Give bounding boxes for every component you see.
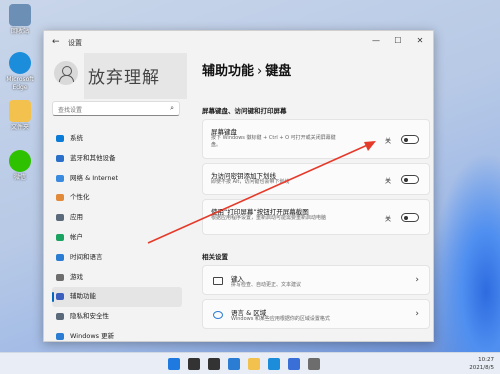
underline-access-keys-toggle[interactable]	[401, 175, 419, 184]
sidebar-item-label: 个性化	[70, 193, 90, 202]
minimize-button[interactable]: —	[369, 36, 383, 45]
setting-description: 即使不按 Alt，访问键也会带下划线	[211, 179, 290, 185]
setting-description: 按下 Windows 徽标键 + Ctrl + O 可打开或关闭屏幕键盘。	[211, 135, 336, 148]
sidebar-item-icon	[56, 253, 64, 261]
sidebar-item-label: 辅助功能	[70, 292, 96, 301]
sidebar-item[interactable]: 游戏	[52, 268, 182, 288]
edge-icon	[9, 52, 31, 74]
setting-print-screen[interactable]: 使用“打印屏幕”按钮打开屏幕截图 根据应用程序设置，重新启动可能需要重新启动电脑…	[202, 199, 430, 235]
store-icon[interactable]	[288, 358, 300, 370]
sidebar-item[interactable]: 辅助功能	[52, 287, 182, 308]
folder-icon	[9, 100, 31, 122]
search-icon: ⌕	[170, 104, 174, 112]
sidebar-item-label: 蓝牙和其他设备	[70, 153, 116, 162]
sidebar-item[interactable]: 帐户	[52, 228, 182, 248]
desktop-icon-recycle-bin[interactable]: 回收站	[3, 4, 37, 36]
breadcrumb: 辅助功能 › 键盘	[202, 60, 291, 79]
wechat-icon	[9, 150, 31, 172]
breadcrumb-separator: ›	[257, 64, 263, 79]
desktop-icon-label: Microsoft Edge	[6, 76, 34, 91]
chevron-right-icon: ›	[415, 275, 419, 285]
sidebar-item[interactable]: Windows 更新	[52, 327, 182, 341]
account-name[interactable]: 放弃理解	[84, 53, 187, 99]
sidebar-item-icon	[56, 154, 64, 162]
sidebar-item-label: 隐私和安全性	[70, 312, 109, 321]
sidebar-item-label: 应用	[70, 213, 83, 222]
recycle-bin-icon	[9, 4, 31, 26]
section-label-keyboard: 屏幕键盘、访问键和打印屏幕	[202, 107, 287, 115]
search-input[interactable]: 查找设置 ⌕	[52, 101, 180, 116]
toggle-state-label: 关	[384, 178, 391, 185]
toggle-state-label: 关	[384, 216, 391, 223]
setting-description: 根据应用程序设置，重新启动可能需要重新启动电脑	[211, 215, 327, 221]
sidebar-item-icon	[56, 135, 64, 142]
close-button[interactable]: ✕	[413, 36, 427, 45]
sidebar: 放弃理解 查找设置 ⌕ 系统蓝牙和其他设备 网络 & Internet 个性化应用帐…	[44, 53, 187, 341]
sidebar-item-icon	[56, 273, 64, 281]
chevron-right-icon: ›	[415, 309, 419, 319]
desktop-icon-label: 文件夹	[10, 124, 29, 131]
link-description: Windows 和某些应用根据你的区域设置格式	[231, 316, 330, 322]
sidebar-item[interactable]: 个性化	[52, 188, 182, 208]
sidebar-item[interactable]: 时间和语言	[52, 248, 182, 268]
setting-onscreen-keyboard[interactable]: 屏幕键盘 按下 Windows 徽标键 + Ctrl + O 可打开或关闭屏幕键…	[202, 119, 430, 159]
sidebar-item-label: 帐户	[70, 232, 83, 241]
task-view-icon[interactable]	[208, 358, 220, 370]
sidebar-item-icon	[56, 293, 64, 301]
sidebar-item-label: 系统	[70, 134, 83, 142]
sidebar-item[interactable]: 网络 & Internet	[52, 169, 182, 189]
sidebar-item-icon	[56, 332, 64, 340]
sidebar-item-icon	[56, 233, 64, 241]
window-title: 设置	[68, 39, 82, 47]
edge-icon[interactable]	[268, 358, 280, 370]
sidebar-item[interactable]: 应用	[52, 208, 182, 228]
clock[interactable]: 10:27 2021/8/5	[469, 356, 494, 372]
setting-underline-access-keys[interactable]: 为访问密钥添加下划线 即使不按 Alt，访问键也会带下划线 关	[202, 163, 430, 195]
sidebar-item[interactable]: 蓝牙和其他设备	[52, 149, 182, 169]
sidebar-item-label: 网络 & Internet	[70, 173, 119, 182]
title-bar: ← 设置 — ☐ ✕	[44, 31, 433, 53]
sidebar-item[interactable]: 系统	[52, 129, 182, 149]
onscreen-keyboard-toggle[interactable]	[401, 135, 419, 144]
desktop-icon-label: 微信	[13, 174, 26, 181]
avatar-icon[interactable]	[54, 61, 78, 85]
wallpaper-bloom	[430, 152, 500, 352]
sidebar-item-icon	[56, 313, 64, 321]
main-pane: 辅助功能 › 键盘 屏幕键盘、访问键和打印屏幕 屏幕键盘 按下 Windows 徽标…	[196, 53, 433, 341]
desktop-icon-label: 回收站	[10, 28, 29, 35]
keyboard-icon	[213, 277, 223, 285]
print-screen-toggle[interactable]	[401, 213, 419, 222]
sidebar-item-label: 时间和语言	[70, 252, 103, 261]
desktop-icon-wechat[interactable]: 微信	[3, 150, 37, 182]
section-label-related: 相关设置	[202, 253, 228, 261]
settings-gear-icon[interactable]	[308, 358, 320, 370]
toggle-state-label: 关	[384, 138, 391, 145]
taskbar: 10:27 2021/8/5	[0, 352, 500, 374]
clock-time: 10:27	[478, 357, 494, 363]
back-arrow-icon[interactable]: ←	[52, 37, 60, 47]
desktop-icon-folder[interactable]: 文件夹	[3, 100, 37, 132]
clock-date: 2021/8/5	[469, 365, 494, 371]
sidebar-item-label: Windows 更新	[70, 331, 115, 340]
search-placeholder: 查找设置	[58, 107, 83, 114]
link-language-region[interactable]: 语言 & 区域 Windows 和某些应用根据你的区域设置格式 ›	[202, 299, 430, 329]
page-title: 键盘	[265, 64, 292, 79]
sidebar-item-icon	[56, 194, 64, 202]
settings-window: ← 设置 — ☐ ✕ 放弃理解 查找设置 ⌕ 系统蓝牙和其他设备 网络 & Int…	[43, 30, 434, 342]
nav-list: 系统蓝牙和其他设备 网络 & Internet 个性化应用帐户时间和语言游戏辅助功能…	[52, 129, 182, 341]
sidebar-item[interactable]: 隐私和安全性	[52, 307, 182, 327]
file-explorer-icon[interactable]	[248, 358, 260, 370]
sidebar-item-label: 游戏	[70, 272, 83, 281]
breadcrumb-parent[interactable]: 辅助功能	[202, 64, 254, 79]
maximize-button[interactable]: ☐	[391, 36, 405, 45]
language-icon	[213, 311, 223, 319]
desktop-icon-edge[interactable]: Microsoft Edge	[3, 52, 37, 92]
widgets-icon[interactable]	[228, 358, 240, 370]
sidebar-item-icon	[56, 174, 64, 182]
search-icon[interactable]	[188, 358, 200, 370]
link-typing[interactable]: 键入 拼写检查、自动更正、文本建议 ›	[202, 265, 430, 295]
start-icon[interactable]	[168, 358, 180, 370]
sidebar-item-icon	[56, 214, 64, 222]
link-description: 拼写检查、自动更正、文本建议	[231, 282, 302, 288]
